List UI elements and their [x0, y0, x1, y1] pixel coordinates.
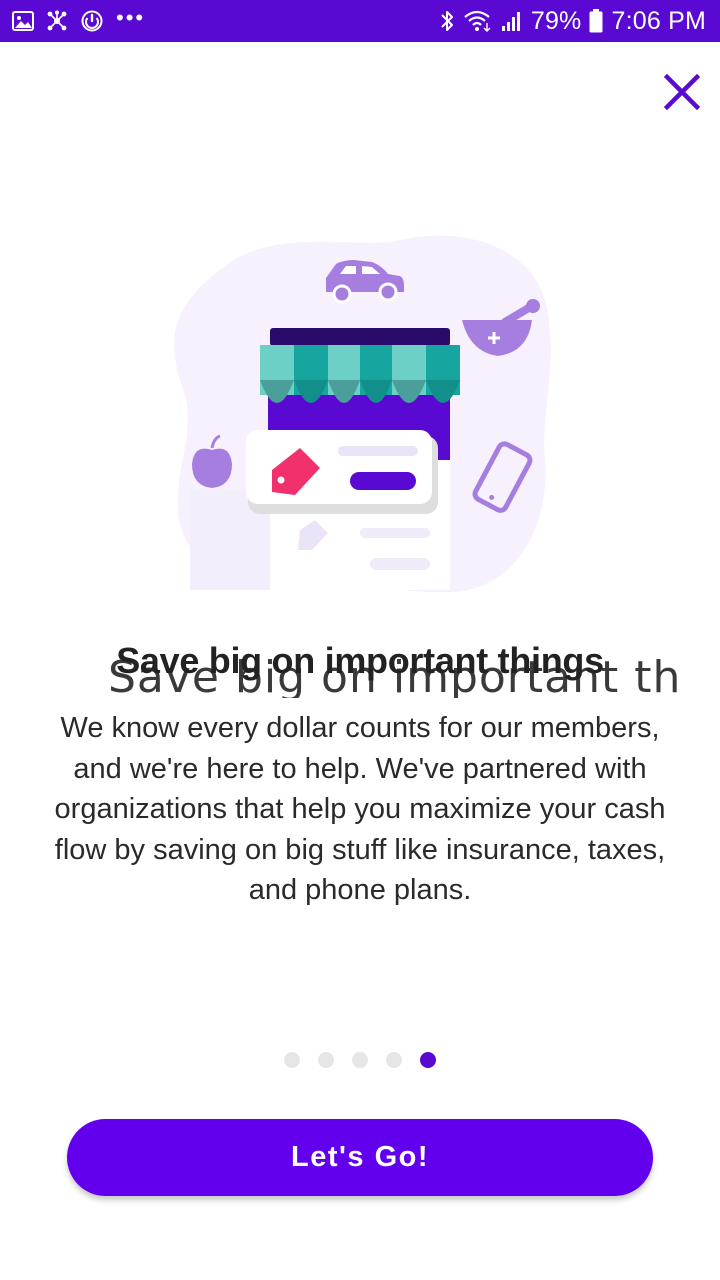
lets-go-label: Let's Go!	[290, 1141, 429, 1173]
page-dot[interactable]	[352, 1052, 368, 1068]
awning-icon	[260, 345, 460, 403]
page-dot[interactable]	[386, 1052, 402, 1068]
image-icon	[12, 11, 34, 31]
page-indicator	[284, 1052, 436, 1068]
wifi-icon	[463, 10, 493, 32]
faded-line	[360, 528, 430, 538]
faded-line	[370, 558, 430, 570]
price-card-pill	[350, 472, 416, 490]
status-bar-left: •••	[12, 5, 146, 33]
close-button[interactable]	[660, 70, 704, 114]
battery-icon	[589, 9, 603, 33]
network-icon	[46, 10, 68, 32]
description-text: We know every dollar counts for our memb…	[54, 712, 666, 907]
price-card	[246, 430, 432, 504]
battery-percent: 79%	[530, 6, 582, 35]
page-dot[interactable]	[284, 1052, 300, 1068]
more-icon: •••	[116, 5, 146, 30]
title-area: Save big on important th Save big on imp…	[0, 638, 720, 698]
store-roof	[270, 328, 450, 346]
lets-go-button[interactable]: Let's Go!	[67, 1119, 653, 1196]
status-bar-right: 79% 7:06 PM	[439, 7, 706, 36]
close-icon	[664, 74, 700, 110]
price-card-line	[338, 446, 418, 456]
page-dot[interactable]	[318, 1052, 334, 1068]
bluetooth-icon	[439, 9, 455, 33]
page-dot-active[interactable]	[420, 1052, 436, 1068]
sync-icon	[80, 9, 104, 33]
status-bar: ••• 79% 7:06 PM	[0, 0, 720, 42]
status-time: 7:06 PM	[611, 6, 706, 35]
storefront-illustration	[174, 235, 551, 593]
savings-illustration	[160, 230, 560, 600]
page-title: Save big on important things	[116, 640, 604, 681]
signal-icon	[501, 10, 523, 32]
